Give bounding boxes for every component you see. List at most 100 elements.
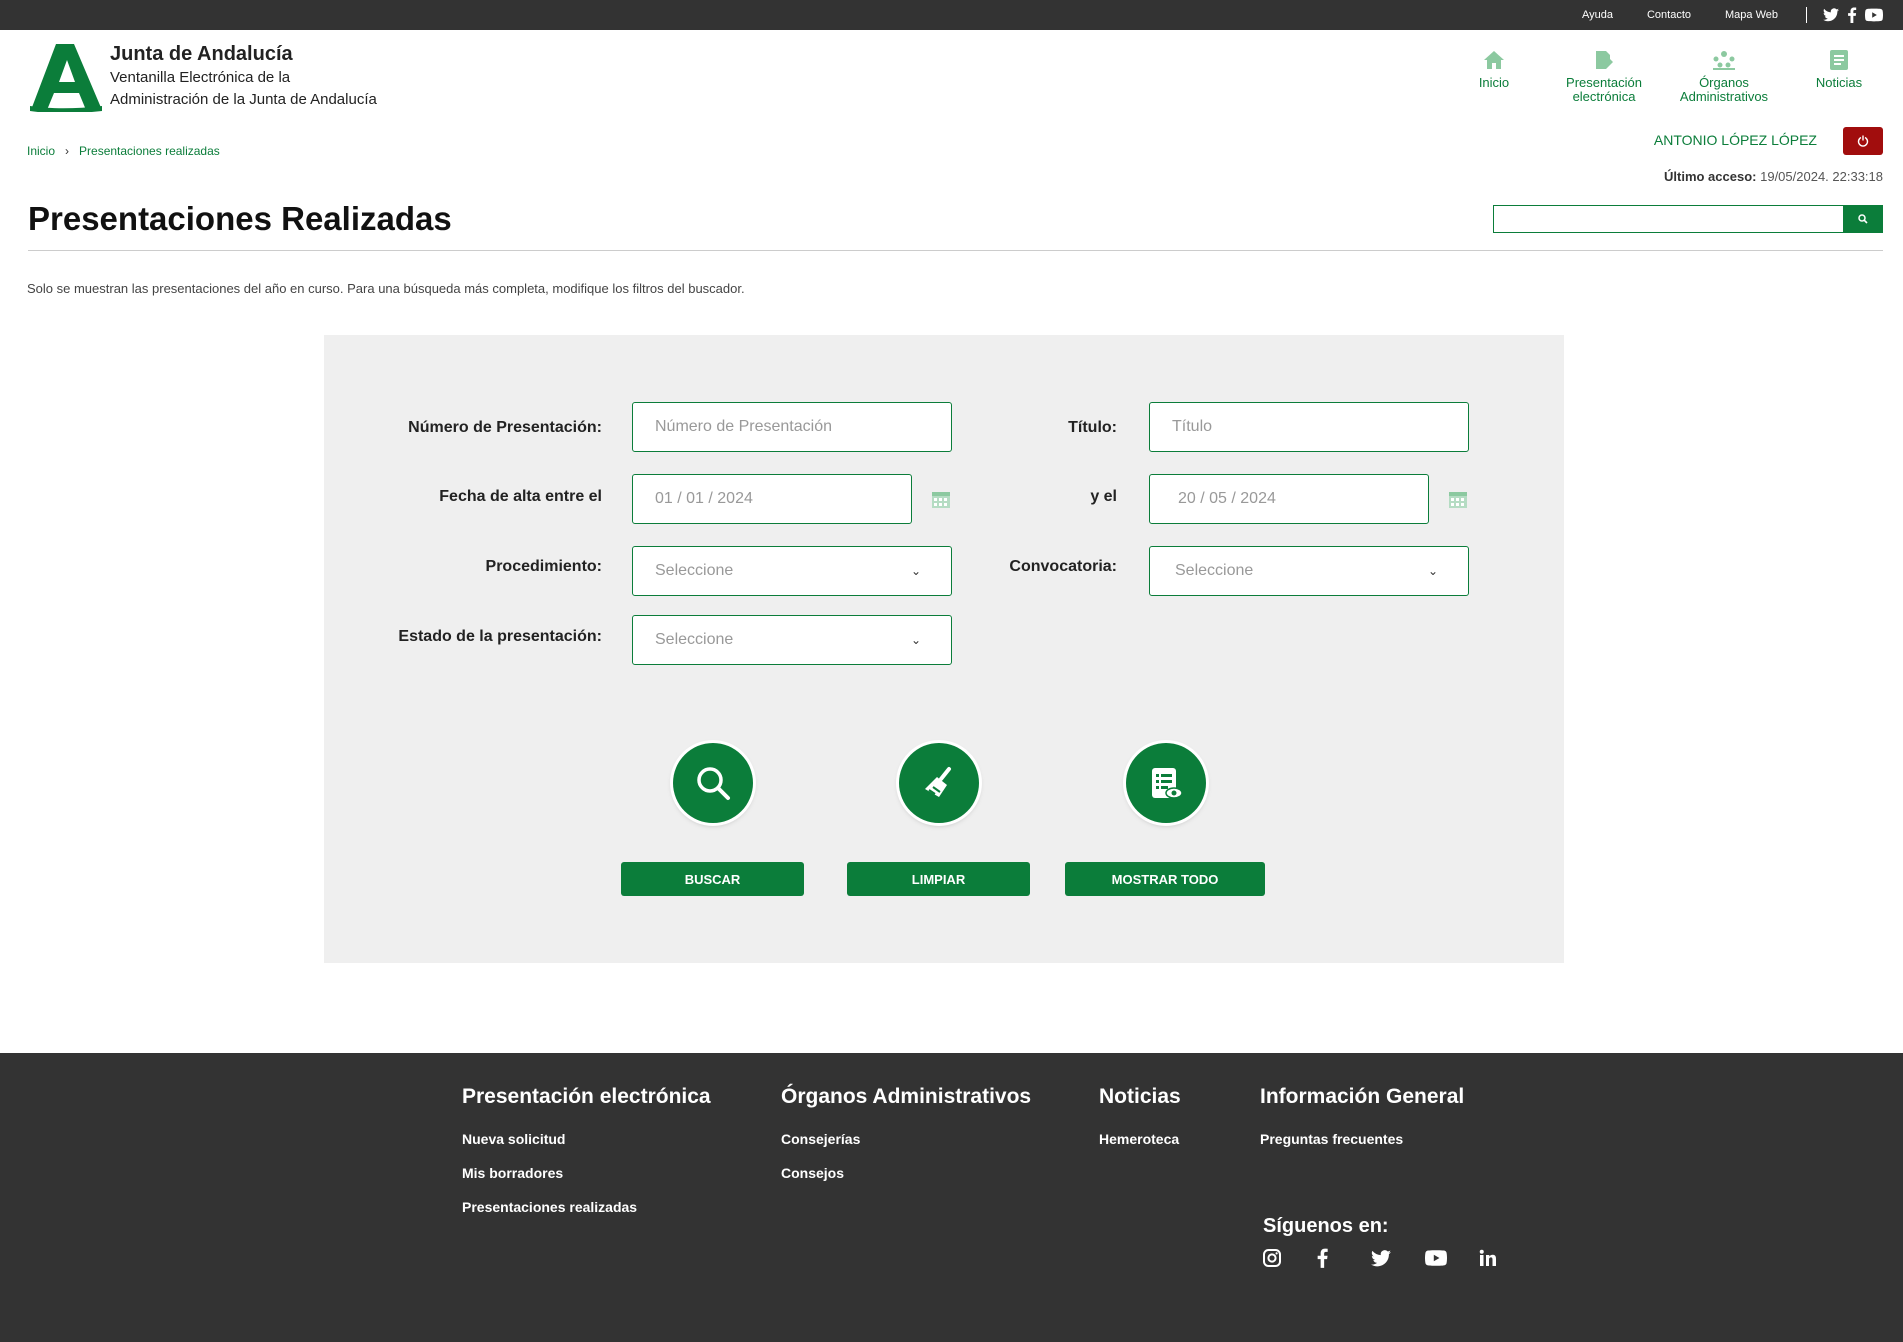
footer-link-hemeroteca[interactable]: Hemeroteca bbox=[1099, 1131, 1181, 1147]
estado-select[interactable]: Seleccione ⌄ bbox=[632, 615, 952, 665]
footer-link-presentaciones-realizadas[interactable]: Presentaciones realizadas bbox=[462, 1199, 711, 1215]
fecha-hasta-value: 20 / 05 / 2024 bbox=[1178, 490, 1276, 507]
youtube-icon[interactable] bbox=[1865, 8, 1883, 22]
notice-text: Solo se muestran las presentaciones del … bbox=[27, 281, 745, 296]
mostrar-todo-button[interactable]: MOSTRAR TODO bbox=[1065, 862, 1265, 896]
page-title: Presentaciones Realizadas bbox=[28, 200, 452, 237]
procedimiento-value: Seleccione bbox=[655, 562, 734, 579]
brand-subtitle-1: Ventanilla Electrónica de la bbox=[110, 69, 291, 86]
footer-social-icons bbox=[1263, 1248, 1533, 1268]
breadcrumb-current[interactable]: Presentaciones realizadas bbox=[79, 144, 220, 158]
nav-presentacion-electronica[interactable]: Presentación electrónica bbox=[1549, 50, 1659, 104]
facebook-icon[interactable] bbox=[1847, 7, 1857, 23]
footer-col-noticias: Noticias Hemeroteca bbox=[1099, 1085, 1181, 1165]
nav-inicio[interactable]: Inicio bbox=[1459, 50, 1529, 104]
site-search-button[interactable] bbox=[1843, 205, 1883, 233]
fecha-desde-input[interactable]: 01 / 01 / 2024 bbox=[632, 474, 912, 524]
nav-inicio-label: Inicio bbox=[1478, 75, 1510, 90]
brand-title: Junta de Andalucía bbox=[110, 43, 293, 65]
twitter-icon[interactable] bbox=[1371, 1249, 1425, 1267]
last-access-value: 19/05/2024. 22:33:18 bbox=[1760, 169, 1883, 184]
help-link[interactable]: Ayuda bbox=[1582, 9, 1613, 21]
chevron-right-icon: › bbox=[65, 144, 70, 158]
nav-noticias-label: Noticias bbox=[1815, 75, 1863, 90]
title-divider bbox=[28, 250, 1883, 251]
footer-link-consejerias[interactable]: Consejerías bbox=[781, 1131, 1031, 1147]
footer-col-informacion: Información General Preguntas frecuentes bbox=[1260, 1085, 1464, 1165]
last-access-label: Último acceso: bbox=[1664, 169, 1757, 184]
chevron-down-icon: ⌄ bbox=[910, 633, 921, 647]
convocatoria-value: Seleccione bbox=[1175, 562, 1254, 579]
site-search-input[interactable] bbox=[1493, 205, 1843, 233]
estado-label: Estado de la presentación: bbox=[398, 628, 602, 645]
breadcrumb: Inicio › Presentaciones realizadas bbox=[27, 144, 220, 158]
sitemap-link[interactable]: Mapa Web bbox=[1725, 9, 1778, 21]
breadcrumb-home[interactable]: Inicio bbox=[27, 144, 55, 158]
footer-col-title: Órganos Administrativos bbox=[781, 1085, 1032, 1108]
nav-noticias[interactable]: Noticias bbox=[1799, 50, 1879, 104]
top-divider bbox=[1806, 7, 1807, 23]
footer-col-title: Noticias bbox=[1099, 1085, 1181, 1108]
list-view-icon bbox=[1152, 768, 1183, 799]
brand: Junta de Andalucía Ventanilla Electrónic… bbox=[110, 43, 377, 110]
search-icon bbox=[1858, 214, 1868, 224]
limpiar-icon-button[interactable] bbox=[899, 743, 979, 823]
search-icon bbox=[697, 767, 730, 800]
footer-link-consejos[interactable]: Consejos bbox=[781, 1165, 1031, 1181]
document-edit-icon bbox=[1596, 51, 1613, 69]
instagram-icon[interactable] bbox=[1263, 1249, 1317, 1267]
organization-icon bbox=[1713, 51, 1735, 70]
youtube-icon[interactable] bbox=[1425, 1250, 1479, 1266]
procedimiento-select[interactable]: Seleccione ⌄ bbox=[632, 546, 952, 596]
nav-presentacion-label-2: electrónica bbox=[1572, 89, 1636, 104]
nav-organos-administrativos[interactable]: Órganos Administrativos bbox=[1669, 50, 1779, 104]
mostrar-todo-icon-button[interactable] bbox=[1126, 743, 1206, 823]
calendar-icon[interactable] bbox=[1448, 489, 1468, 509]
broom-icon bbox=[925, 767, 951, 797]
twitter-icon[interactable] bbox=[1823, 8, 1839, 22]
footer-col-presentacion: Presentación electrónica Nueva solicitud… bbox=[462, 1085, 711, 1233]
footer-col-organos: Órganos Administrativos Consejerías Cons… bbox=[781, 1085, 1031, 1199]
convocatoria-select[interactable]: Seleccione ⌄ bbox=[1149, 546, 1469, 596]
contact-link[interactable]: Contacto bbox=[1647, 9, 1691, 21]
top-social bbox=[1823, 7, 1883, 23]
follow-title: Síguenos en: bbox=[1263, 1215, 1389, 1237]
footer-col-title: Información General bbox=[1260, 1085, 1465, 1108]
linkedin-icon[interactable] bbox=[1479, 1249, 1533, 1267]
chevron-down-icon: ⌄ bbox=[1427, 564, 1438, 578]
footer: Presentación electrónica Nueva solicitud… bbox=[0, 1053, 1903, 1342]
follow-us: Síguenos en: bbox=[1263, 1215, 1533, 1268]
titulo-label: Título: bbox=[1068, 419, 1117, 436]
calendar-icon[interactable] bbox=[931, 489, 951, 509]
last-access: Último acceso: 19/05/2024. 22:33:18 bbox=[1664, 169, 1883, 184]
chevron-down-icon: ⌄ bbox=[910, 564, 921, 578]
top-bar: Ayuda Contacto Mapa Web bbox=[0, 0, 1903, 30]
fecha-label: Fecha de alta entre el bbox=[439, 488, 602, 505]
buscar-button[interactable]: BUSCAR bbox=[621, 862, 804, 896]
brand-subtitle-2: Administración de la Junta de Andalucía bbox=[110, 91, 377, 108]
numero-label: Número de Presentación: bbox=[408, 419, 602, 436]
numero-input[interactable] bbox=[632, 402, 952, 452]
top-links: Ayuda Contacto Mapa Web bbox=[1548, 0, 1883, 30]
site-search bbox=[1493, 205, 1883, 233]
limpiar-button[interactable]: LIMPIAR bbox=[847, 862, 1030, 896]
nav-presentacion-label-1: Presentación bbox=[1566, 75, 1642, 90]
fecha-hasta-input[interactable]: 20 / 05 / 2024 bbox=[1149, 474, 1429, 524]
junta-andalucia-logo-icon[interactable] bbox=[30, 44, 102, 112]
convocatoria-label: Convocatoria: bbox=[1009, 558, 1117, 575]
logout-button[interactable] bbox=[1843, 127, 1883, 155]
estado-value: Seleccione bbox=[655, 631, 734, 648]
user-name[interactable]: ANTONIO LÓPEZ LÓPEZ bbox=[1654, 132, 1817, 148]
footer-link-mis-borradores[interactable]: Mis borradores bbox=[462, 1165, 711, 1181]
home-icon bbox=[1484, 51, 1504, 69]
main-nav: Inicio Presentación electrónica Órganos … bbox=[1459, 50, 1879, 104]
facebook-icon[interactable] bbox=[1317, 1248, 1371, 1268]
fecha-desde-value: 01 / 01 / 2024 bbox=[655, 490, 753, 507]
procedimiento-label: Procedimiento: bbox=[485, 558, 602, 575]
buscar-icon-button[interactable] bbox=[673, 743, 753, 823]
titulo-input[interactable] bbox=[1149, 402, 1469, 452]
footer-link-nueva-solicitud[interactable]: Nueva solicitud bbox=[462, 1131, 711, 1147]
news-icon bbox=[1830, 50, 1848, 70]
nav-organos-label-1: Órganos bbox=[1699, 75, 1749, 90]
footer-link-preguntas-frecuentes[interactable]: Preguntas frecuentes bbox=[1260, 1131, 1464, 1147]
